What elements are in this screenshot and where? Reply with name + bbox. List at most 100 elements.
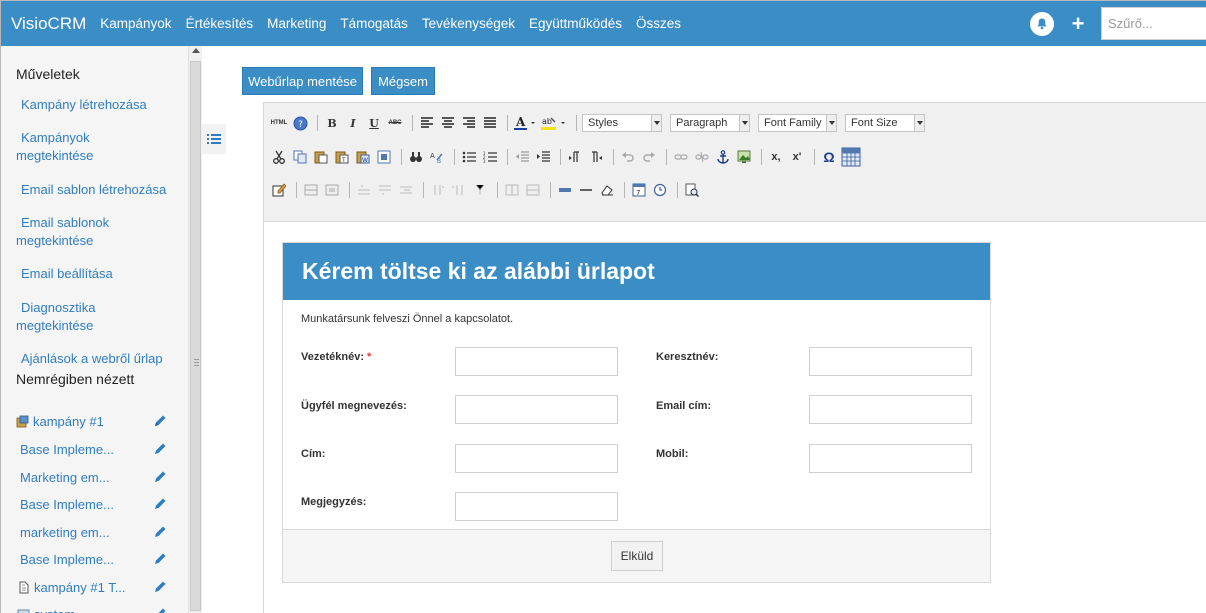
subscript-button[interactable]: x, (767, 148, 785, 166)
redo-button[interactable] (640, 148, 658, 166)
superscript-button[interactable]: x' (788, 148, 806, 166)
help-button[interactable]: ? (291, 114, 309, 132)
html-source-button[interactable]: HTML (270, 114, 288, 132)
text-color-button[interactable]: A (513, 114, 537, 132)
nav-activities[interactable]: Tevékenységek (422, 16, 515, 31)
preview-button[interactable] (683, 181, 701, 199)
paste-word-button[interactable]: W (354, 148, 372, 166)
notifications-button[interactable] (1029, 11, 1055, 37)
nav-all[interactable]: Összes (636, 16, 681, 31)
link-button[interactable] (672, 148, 690, 166)
row-props-button[interactable] (302, 181, 320, 199)
underline-button[interactable]: U (365, 114, 383, 132)
insert-col-before-button[interactable] (429, 181, 447, 199)
font-family-dropdown[interactable]: Font Family (758, 114, 837, 132)
recent-item-label[interactable]: kampány #1 T... (34, 580, 152, 595)
pencil-icon[interactable] (152, 469, 168, 485)
recent-item-label[interactable]: Marketing em... (20, 470, 152, 485)
insert-row-after-button[interactable] (376, 181, 394, 199)
email-input[interactable] (809, 395, 972, 424)
sidebar-action-view-campaigns[interactable]: Kampányok megtekintése (16, 129, 93, 165)
recent-item-label[interactable]: Base Impleme... (20, 552, 152, 567)
delete-row-button[interactable] (397, 181, 415, 199)
sidebar-action-email-settings[interactable]: Email beállítása (21, 265, 113, 283)
hidden-field-button[interactable] (556, 181, 574, 199)
address-input[interactable] (455, 444, 618, 473)
cut-button[interactable] (270, 148, 288, 166)
submit-button[interactable]: Elküld (611, 541, 663, 571)
replace-button[interactable]: AB (428, 148, 446, 166)
font-size-dropdown[interactable]: Font Size (845, 114, 925, 132)
recent-item-label[interactable]: system (34, 607, 152, 613)
align-center-button[interactable] (439, 114, 457, 132)
scroll-up-arrow-icon[interactable] (192, 48, 200, 53)
indent-button[interactable] (534, 148, 552, 166)
pencil-icon[interactable] (152, 413, 168, 429)
sidebar-action-create-campaign[interactable]: Kampány létrehozása (21, 96, 147, 114)
search-input[interactable] (1101, 7, 1206, 40)
select-all-button[interactable] (375, 148, 393, 166)
sidebar-action-create-email-template[interactable]: Email sablon létrehozása (21, 181, 166, 199)
bold-button[interactable]: B (323, 114, 341, 132)
ltr-button[interactable] (566, 148, 584, 166)
nav-marketing[interactable]: Marketing (267, 16, 326, 31)
nav-support[interactable]: Támogatás (340, 16, 408, 31)
note-input[interactable] (455, 492, 618, 521)
lastname-input[interactable] (455, 347, 618, 376)
undo-button[interactable] (619, 148, 637, 166)
editor-content[interactable]: Kérem töltse ki az alábbi ürlapot Munkat… (264, 223, 1206, 613)
insert-row-before-button[interactable] (355, 181, 373, 199)
insert-date-button[interactable]: 7 (630, 181, 648, 199)
edit-cell-button[interactable] (270, 181, 288, 199)
special-char-button[interactable]: Ω (820, 148, 838, 166)
copy-button[interactable] (291, 148, 309, 166)
pencil-icon[interactable] (152, 551, 168, 567)
unlink-button[interactable] (693, 148, 711, 166)
pencil-icon[interactable] (152, 606, 168, 613)
pencil-icon[interactable] (152, 496, 168, 512)
bullet-list-button[interactable] (460, 148, 478, 166)
sidebar-action-view-email-templates[interactable]: Email sablonok megtekintése (16, 214, 109, 250)
paste-text-button[interactable]: T (333, 148, 351, 166)
align-left-button[interactable] (418, 114, 436, 132)
pencil-icon[interactable] (152, 441, 168, 457)
recent-item-label[interactable]: kampány #1 (33, 414, 152, 429)
find-button[interactable] (407, 148, 425, 166)
recent-item-label[interactable]: Base Impleme... (20, 442, 152, 457)
nav-collaboration[interactable]: Együttműködés (529, 16, 622, 31)
quick-create-button[interactable]: + (1065, 11, 1091, 37)
split-cells-button[interactable] (503, 181, 521, 199)
sidebar-scrollbar[interactable] (188, 46, 202, 613)
company-input[interactable] (455, 395, 618, 424)
nav-sales[interactable]: Értékesítés (186, 16, 254, 31)
recent-item-label[interactable]: marketing em... (20, 525, 152, 540)
paragraph-dropdown[interactable]: Paragraph (670, 114, 750, 132)
merge-cells-button[interactable] (524, 181, 542, 199)
save-webform-button[interactable]: Webűrlap mentése (242, 67, 363, 95)
brand-logo[interactable]: VisioCRM (11, 14, 86, 34)
cell-props-button[interactable] (323, 181, 341, 199)
cancel-button[interactable]: Mégsem (371, 67, 435, 95)
anchor-button[interactable] (714, 148, 732, 166)
paste-button[interactable] (312, 148, 330, 166)
list-toggle-button[interactable] (202, 124, 226, 154)
insert-col-after-button[interactable] (450, 181, 468, 199)
align-right-button[interactable] (460, 114, 478, 132)
scrollbar-thumb[interactable] (190, 61, 201, 611)
styles-dropdown[interactable]: Styles (582, 114, 662, 132)
italic-button[interactable]: I (344, 114, 362, 132)
nav-campaigns[interactable]: Kampányok (100, 16, 171, 31)
outdent-button[interactable] (513, 148, 531, 166)
delete-col-button[interactable] (471, 181, 489, 199)
sidebar-action-web-to-lead-form[interactable]: Ajánlások a webről űrlap (21, 350, 163, 368)
remove-format-button[interactable] (598, 181, 616, 199)
insert-time-button[interactable] (651, 181, 669, 199)
strikethrough-button[interactable]: ABC (386, 114, 404, 132)
pencil-icon[interactable] (152, 524, 168, 540)
horizontal-rule-button[interactable] (577, 181, 595, 199)
recent-item-label[interactable]: Base Impleme... (20, 497, 152, 512)
sidebar-action-view-diagnostics[interactable]: Diagnosztika megtekintése (16, 299, 95, 335)
table-button[interactable] (841, 147, 861, 167)
image-button[interactable] (735, 148, 753, 166)
align-justify-button[interactable] (481, 114, 499, 132)
